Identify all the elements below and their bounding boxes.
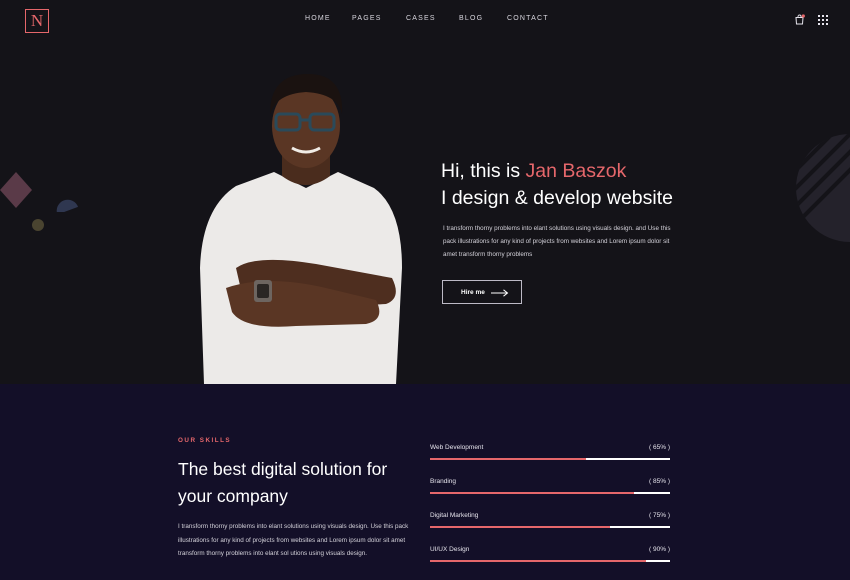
skill-percent: ( 85% )	[649, 478, 670, 485]
skill-name: Web Development	[430, 444, 484, 451]
hero-section: Hi, this is Jan Baszok I design & develo…	[0, 42, 850, 384]
hire-me-label: Hire me	[461, 289, 485, 296]
nav-item-cases[interactable]: CASES	[406, 15, 436, 22]
skill-progress-fill	[430, 526, 610, 528]
diamond-shape-icon	[0, 172, 32, 208]
menu-grid-icon[interactable]	[818, 15, 828, 25]
skill-progress-track	[430, 560, 670, 562]
hero-description: I transform thorny problems into elant s…	[443, 225, 671, 258]
small-circle-shape-icon	[32, 219, 44, 231]
nav-item-contact[interactable]: CONTACT	[507, 15, 549, 22]
skill-name: Branding	[430, 478, 457, 485]
striped-circle-shape-icon	[796, 134, 850, 242]
hero-subtitle: I design & develop website	[441, 187, 673, 209]
skill-progress-track	[430, 526, 670, 528]
hero-title: Hi, this is Jan Baszok I design & develo…	[441, 158, 673, 212]
skills-heading: The best digital solution for your compa…	[178, 459, 388, 506]
skill-item-web-development: Web Development ( 65% )	[430, 444, 670, 464]
skill-progress-fill	[430, 560, 646, 562]
half-circle-shape-icon	[56, 199, 79, 212]
skills-tag: OUR SKILLS	[178, 437, 232, 444]
hire-me-button[interactable]: Hire me	[442, 280, 522, 304]
skill-progress-track	[430, 458, 670, 460]
skill-percent: ( 90% )	[649, 546, 670, 553]
skill-percent: ( 75% )	[649, 512, 670, 519]
skill-item-branding: Branding ( 85% )	[430, 478, 670, 498]
arrow-right-icon	[491, 289, 509, 297]
skill-progress-fill	[430, 492, 634, 494]
main-nav: HOME PAGES CASES BLOG CONTACT	[0, 15, 850, 27]
skill-progress-fill	[430, 458, 586, 460]
nav-item-blog[interactable]: BLOG	[459, 15, 483, 22]
skill-name: UI/UX Design	[430, 546, 470, 553]
nav-item-pages[interactable]: PAGES	[352, 15, 382, 22]
skill-name: Digital Marketing	[430, 512, 479, 519]
skill-item-digital-marketing: Digital Marketing ( 75% )	[430, 512, 670, 532]
skill-progress-track	[430, 492, 670, 494]
hero-name: Jan Baszok	[525, 160, 627, 182]
profile-photo	[200, 74, 402, 384]
skill-item-ui-ux-design: UI/UX Design ( 90% )	[430, 546, 670, 566]
skills-description: I transform thorny problems into elant s…	[178, 523, 409, 557]
site-header: N HOME PAGES CASES BLOG CONTACT	[0, 0, 850, 42]
shopping-bag-icon[interactable]	[795, 14, 805, 25]
skill-percent: ( 65% )	[649, 444, 670, 451]
nav-item-home[interactable]: HOME	[305, 15, 331, 22]
skills-section: OUR SKILLS The best digital solution for…	[0, 384, 850, 580]
hero-greeting: Hi, this is	[441, 160, 526, 182]
